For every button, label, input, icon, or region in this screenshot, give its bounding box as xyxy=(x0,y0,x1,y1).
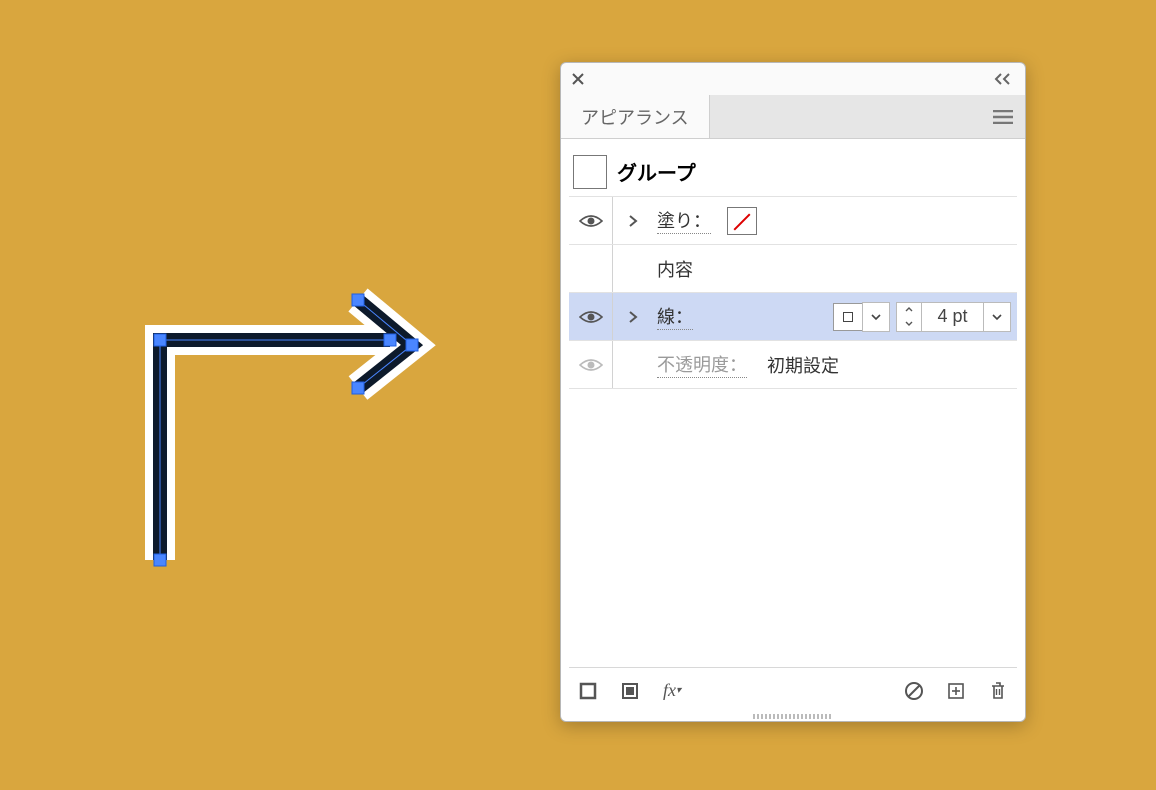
stroke-color-swatch[interactable] xyxy=(833,303,863,331)
appearance-panel: アピアランス グループ 塗り： xyxy=(560,62,1026,722)
stroke-weight-dropdown[interactable] xyxy=(983,302,1011,332)
visibility-toggle[interactable] xyxy=(569,293,613,340)
fill-swatch-none[interactable] xyxy=(727,207,757,235)
row-stroke[interactable]: 線： 4 pt xyxy=(569,293,1017,341)
duplicate-item-icon[interactable] xyxy=(943,678,969,704)
panel-titlebar[interactable] xyxy=(561,63,1025,95)
row-fill[interactable]: 塗り： xyxy=(569,197,1017,245)
new-fill-icon[interactable] xyxy=(617,678,643,704)
row-contents[interactable]: 内容 xyxy=(569,245,1017,293)
add-effect-icon[interactable]: fx▾ xyxy=(659,678,685,704)
panel-footer: fx▾ xyxy=(569,667,1017,713)
opacity-label: 不透明度： xyxy=(653,351,747,378)
collapse-icon[interactable] xyxy=(993,73,1015,85)
opacity-value[interactable]: 初期設定 xyxy=(767,352,839,378)
new-stroke-icon[interactable] xyxy=(575,678,601,704)
delete-item-icon[interactable] xyxy=(985,678,1011,704)
visibility-toggle[interactable] xyxy=(569,197,613,244)
expand-toggle[interactable] xyxy=(613,311,653,323)
row-opacity[interactable]: 不透明度： 初期設定 xyxy=(569,341,1017,389)
expand-toggle[interactable] xyxy=(613,215,653,227)
panel-tabbar: アピアランス xyxy=(561,95,1025,139)
clear-appearance-icon[interactable] xyxy=(901,678,927,704)
visibility-toggle-dim[interactable] xyxy=(569,341,613,388)
panel-menu-icon[interactable] xyxy=(981,110,1025,124)
panel-body: グループ 塗り： 内容 xyxy=(561,139,1025,721)
panel-resize-grip[interactable] xyxy=(569,711,1017,721)
stroke-weight-control[interactable]: 4 pt xyxy=(896,302,984,332)
stroke-weight-value[interactable]: 4 pt xyxy=(922,302,984,332)
tab-label: アピアランス xyxy=(581,104,689,130)
contents-label: 内容 xyxy=(653,256,693,282)
tab-appearance[interactable]: アピアランス xyxy=(561,95,710,138)
fill-label: 塗り： xyxy=(653,207,711,234)
stroke-weight-stepper[interactable] xyxy=(896,302,922,332)
close-icon[interactable] xyxy=(571,72,585,86)
stroke-color-dropdown[interactable] xyxy=(862,302,890,332)
target-thumbnail xyxy=(573,155,607,189)
target-header-row[interactable]: グループ xyxy=(569,147,1017,197)
stroke-label: 線： xyxy=(653,303,693,330)
canvas-artwork-arrow[interactable] xyxy=(130,280,450,580)
visibility-placeholder xyxy=(569,245,613,292)
target-title: グループ xyxy=(617,157,696,186)
